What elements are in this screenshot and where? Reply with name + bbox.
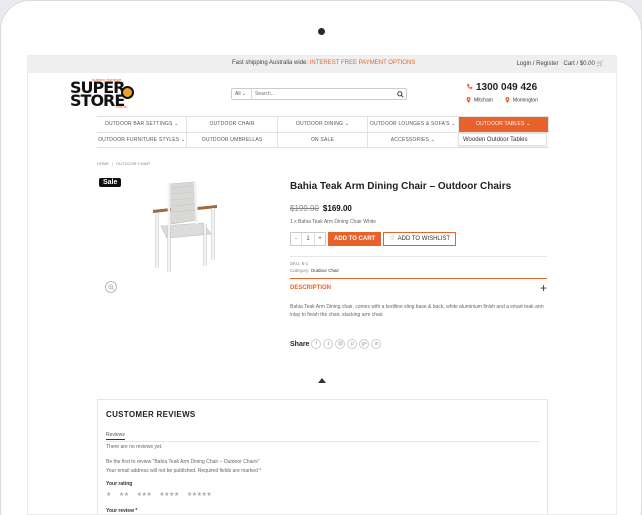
- nav-accessories[interactable]: ACCESSORIES ⌄: [368, 133, 459, 147]
- nav-outdoor-bar-settings[interactable]: OUTDOOR BAR SETTINGS ⌄: [97, 117, 188, 132]
- search-category-select[interactable]: All ⌄: [232, 89, 252, 99]
- category-link[interactable]: Outdoor Chair: [311, 268, 339, 273]
- add-to-cart-row: - 1 + ADD TO CART ♡ ADD TO WISHLIST: [290, 232, 547, 246]
- share-bar: Share f t @ p g+ in: [290, 339, 547, 349]
- old-price: $199.00: [290, 204, 319, 213]
- breadcrumb: HOME / OUTDOOR CHAIR: [97, 161, 150, 166]
- nav-outdoor-lounges[interactable]: OUTDOOR LOUNGES & SOFA'S ⌄: [368, 117, 459, 132]
- first-review-text: Be the first to review “Bahia Teak Arm D…: [106, 459, 260, 465]
- search-category-value: All: [235, 91, 241, 97]
- nav-outdoor-chair[interactable]: OUTDOOR CHAIR: [187, 117, 278, 132]
- store-mornington[interactable]: Mornington: [505, 97, 538, 103]
- nav-outdoor-furniture-styles[interactable]: OUTDOOR FURNITURE STYLES ⌄: [97, 133, 188, 147]
- quantity-stepper: - 1 +: [290, 232, 326, 246]
- rating-stars: ★ ★★ ★★★ ★★★★ ★★★★★: [106, 491, 539, 498]
- breadcrumb-home[interactable]: HOME: [97, 161, 109, 166]
- pinterest-icon[interactable]: p: [347, 339, 358, 349]
- reviews-heading: CUSTOMER REVIEWS: [106, 410, 196, 419]
- rating-1-star[interactable]: ★: [106, 491, 111, 498]
- breadcrumb-separator: /: [112, 161, 114, 166]
- google-plus-icon[interactable]: g+: [359, 339, 370, 349]
- product-description: Bahia Teak Arm Dining chair, comes with …: [290, 304, 544, 318]
- camera-dot: [318, 28, 325, 35]
- zoom-icon[interactable]: [105, 281, 117, 293]
- product-title: Bahia Teak Arm Dining Chair – Outdoor Ch…: [290, 181, 512, 192]
- nav-dropdown-menu: Wooden Outdoor Tables: [458, 133, 547, 146]
- email-icon[interactable]: @: [335, 339, 346, 349]
- nav-outdoor-umbrellas[interactable]: OUTDOOR UMBRELLAS: [187, 133, 278, 147]
- payment-options-link[interactable]: INTEREST FREE PAYMENT OPTIONS: [310, 60, 416, 66]
- divider: [290, 256, 547, 257]
- rating-label: Your rating: [106, 481, 133, 487]
- shipping-text: Fast shipping Australia wide:: [232, 60, 309, 66]
- product-summary: Bahia Teak Arm Dining Chair – Outdoor Ch…: [290, 181, 547, 349]
- review-label: Your review *: [106, 508, 138, 514]
- twitter-icon[interactable]: t: [323, 339, 334, 349]
- add-to-wishlist-button[interactable]: ♡ ADD TO WISHLIST: [383, 232, 457, 246]
- quantity-input[interactable]: 1: [301, 233, 315, 245]
- email-note: Your email address will not be published…: [106, 468, 262, 474]
- chevron-up-icon[interactable]: [318, 378, 326, 383]
- rating-2-stars[interactable]: ★★: [119, 491, 129, 498]
- store-locations: Mitcham Mornington: [466, 97, 538, 103]
- expand-plus-icon[interactable]: +: [540, 281, 547, 295]
- product-gallery: Sale: [99, 178, 264, 318]
- heart-icon: ♡: [389, 236, 395, 242]
- rating-3-stars[interactable]: ★★★: [137, 491, 152, 498]
- breadcrumb-current[interactable]: OUTDOOR CHAIR: [116, 161, 150, 166]
- search-icon[interactable]: [394, 89, 406, 99]
- cart-icon[interactable]: 🛒: [597, 61, 604, 67]
- no-reviews-text: There are no reviews yet.: [106, 444, 163, 450]
- phone-number-text: 1300 049 426: [476, 82, 538, 93]
- nav-row-1: OUTDOOR BAR SETTINGS ⌄ OUTDOOR CHAIR OUT…: [97, 116, 549, 132]
- reviews-tab[interactable]: Reviews: [106, 432, 125, 440]
- product-meta: SKU: 6-1 Category: Outdoor Chair: [290, 260, 547, 274]
- search-input[interactable]: [252, 89, 394, 99]
- nav-outdoor-dining[interactable]: OUTDOOR DINING ⌄: [278, 117, 369, 132]
- product-image[interactable]: [147, 180, 231, 274]
- nav-outdoor-tables[interactable]: OUTDOOR TABLES ⌄: [458, 117, 549, 132]
- add-to-cart-button[interactable]: ADD TO CART: [328, 232, 382, 246]
- wishlist-label: ADD TO WISHLIST: [397, 236, 451, 242]
- facebook-icon[interactable]: f: [311, 339, 322, 349]
- login-register-link[interactable]: Login / Register: [516, 61, 558, 67]
- share-label: Share: [290, 340, 310, 348]
- reviews-divider: [106, 441, 540, 442]
- product-variant: 1 x Bahia Teak Arm Dining Chair White: [290, 219, 377, 225]
- sale-price: $169.00: [322, 204, 352, 213]
- logo-domain: com.au: [116, 105, 128, 109]
- store-mitcham[interactable]: Mitcham: [466, 97, 493, 103]
- description-tab-header[interactable]: DESCRIPTION +: [290, 278, 547, 296]
- top-bar: Fast shipping Australia wide: INTEREST F…: [28, 56, 616, 73]
- store-mitcham-label: Mitcham: [474, 97, 493, 104]
- category-label: Category:: [290, 268, 310, 273]
- rating-4-stars[interactable]: ★★★★: [159, 491, 179, 498]
- logo-badge-icon: [121, 86, 134, 99]
- store-mornington-label: Mornington: [512, 97, 538, 104]
- site-logo[interactable]: outdoor furniture SUPER STORE com.au: [70, 77, 136, 109]
- rating-5-stars[interactable]: ★★★★★: [187, 491, 212, 498]
- location-pin-icon: [466, 97, 471, 103]
- product-price: $199.00 $169.00: [290, 204, 547, 213]
- cart-link[interactable]: Cart / $0.00: [563, 61, 594, 67]
- linkedin-icon[interactable]: in: [371, 339, 382, 349]
- account-area: Login / Register Cart / $0.00 🛒: [516, 60, 604, 67]
- shipping-notice: Fast shipping Australia wide: INTEREST F…: [232, 60, 415, 66]
- sku: SKU: 6-1: [290, 261, 309, 266]
- sale-badge: Sale: [99, 178, 122, 187]
- quantity-plus-button[interactable]: +: [315, 233, 325, 245]
- dropdown-wooden-outdoor-tables[interactable]: Wooden Outdoor Tables: [463, 137, 528, 143]
- quantity-minus-button[interactable]: -: [291, 233, 301, 245]
- customer-reviews-panel: CUSTOMER REVIEWS Reviews There are no re…: [97, 399, 548, 515]
- phone-number[interactable]: 1300 049 426: [466, 82, 537, 93]
- description-tab-title: DESCRIPTION: [290, 284, 332, 291]
- location-pin-icon: [505, 97, 510, 103]
- phone-icon: [467, 83, 473, 89]
- search-bar: All ⌄: [231, 88, 407, 100]
- nav-on-sale[interactable]: ON SALE: [278, 133, 369, 147]
